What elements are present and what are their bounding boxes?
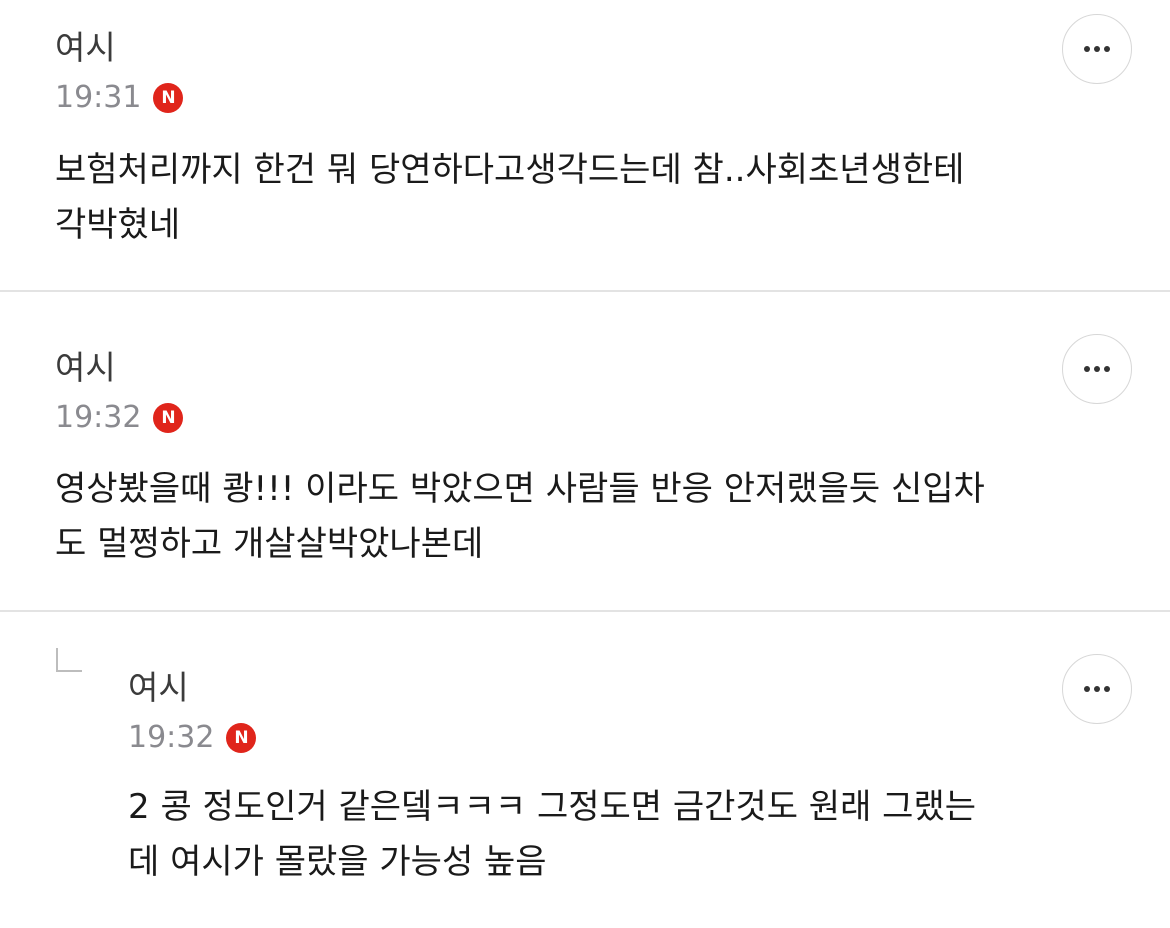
- comment-body: 2 콩 정도인거 같은뎈ㅋㅋㅋ 그정도면 금간것도 원래 그랬는 데 여시가 몰…: [128, 780, 1138, 890]
- more-options-button[interactable]: [1062, 654, 1132, 724]
- comment-body-line: 2 콩 정도인거 같은뎈ㅋㅋㅋ 그정도면 금간것도 원래 그랬는: [128, 787, 977, 827]
- comment-meta: 19:32 N: [128, 720, 257, 756]
- reply-comment-item: 여시 19:32 N 2 콩 정도인거 같은뎈ㅋㅋㅋ 그정도면 금간것도 원래 …: [0, 0, 1170, 928]
- comment-body-line: 데 여시가 몰랐을 가능성 높음: [128, 842, 547, 882]
- comment-time: 19:32: [128, 720, 215, 755]
- new-badge-icon: N: [226, 723, 257, 753]
- more-horizontal-icon: [1084, 686, 1110, 692]
- comment-author[interactable]: 여시: [128, 668, 189, 708]
